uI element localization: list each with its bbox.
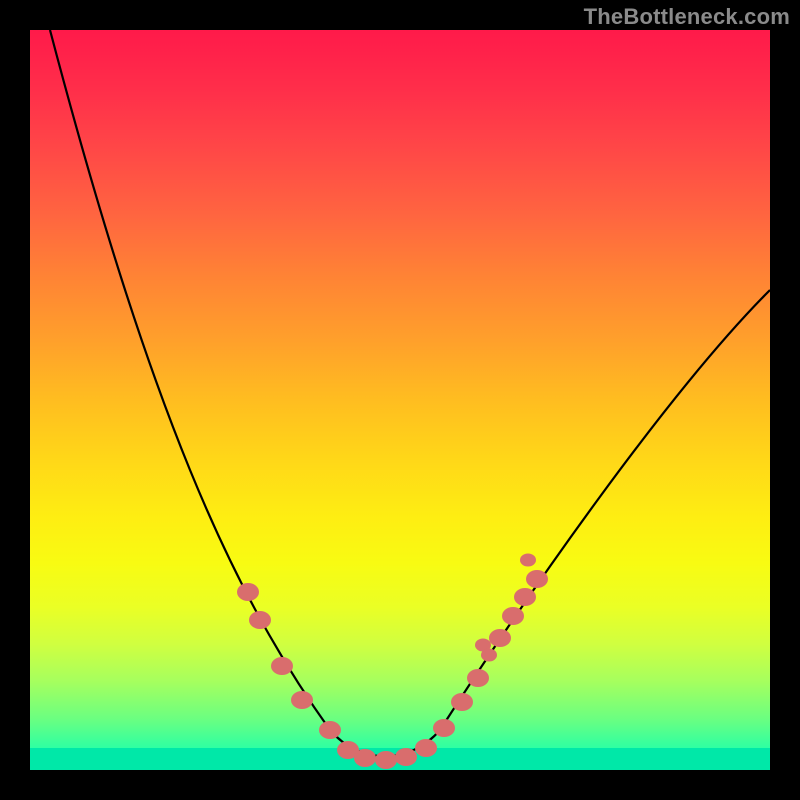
curve-dot [520, 553, 536, 566]
curve-dot [291, 691, 313, 709]
curve-dot [433, 719, 455, 737]
curve-dot [319, 721, 341, 739]
curve-dot [489, 629, 511, 647]
curve-dot [526, 570, 548, 588]
bottleneck-curve-line [50, 30, 770, 756]
bottleneck-curve-svg [30, 30, 770, 770]
curve-dot [354, 749, 376, 767]
chart-container: TheBottleneck.com [0, 0, 800, 800]
curve-dot [237, 583, 259, 601]
curve-dot [514, 588, 536, 606]
curve-dot [375, 751, 397, 769]
curve-dot [467, 669, 489, 687]
curve-dot [271, 657, 293, 675]
watermark-text: TheBottleneck.com [584, 4, 790, 30]
curve-dot [415, 739, 437, 757]
curve-dot [451, 693, 473, 711]
curve-dots-group [237, 553, 548, 769]
curve-dot [249, 611, 271, 629]
curve-dot [481, 648, 497, 661]
curve-dot [502, 607, 524, 625]
curve-dot [395, 748, 417, 766]
